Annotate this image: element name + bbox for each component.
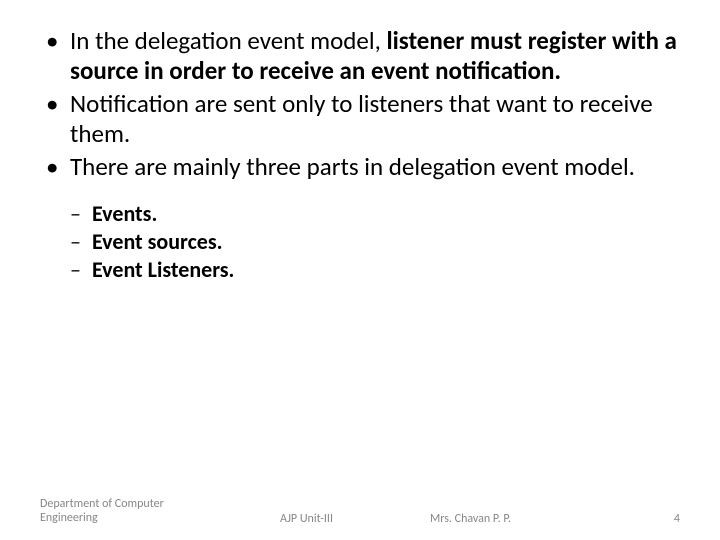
bullet-1: In the delegation event model, listener … [40, 26, 680, 85]
footer-page-number: 4 [674, 512, 680, 526]
sub-bullet-3: Event Listeners. [70, 256, 680, 284]
slide: In the delegation event model, listener … [0, 0, 720, 540]
main-bullet-list: In the delegation event model, listener … [40, 26, 680, 182]
footer-unit: AJP Unit-III [280, 512, 333, 526]
sub-bullet-1: Events. [70, 200, 680, 228]
bullet-1-plain: In the delegation event model, [70, 25, 386, 56]
slide-footer: Department of Computer Engineering AJP U… [0, 498, 720, 526]
bullet-2: Notification are sent only to listeners … [40, 89, 680, 148]
sub-bullet-list: Events. Event sources. Event Listeners. [70, 200, 680, 284]
footer-author: Mrs. Chavan P. P. [430, 512, 511, 526]
bullet-3: There are mainly three parts in delegati… [40, 152, 680, 182]
footer-department: Department of Computer Engineering [40, 498, 220, 526]
sub-bullet-2: Event sources. [70, 228, 680, 256]
